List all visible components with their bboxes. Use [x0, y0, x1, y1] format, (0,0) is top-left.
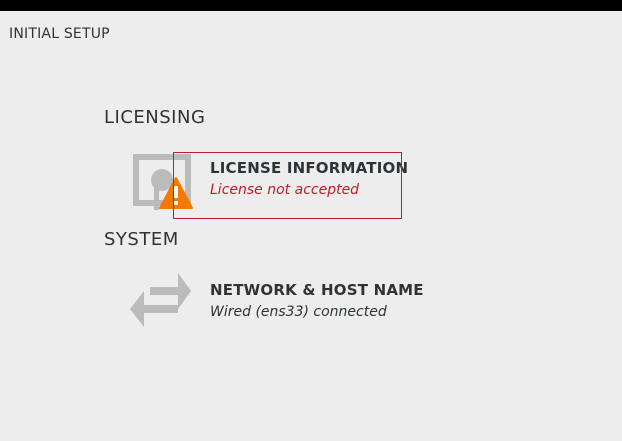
top-bar: [0, 0, 622, 11]
license-error-frame: [173, 152, 402, 219]
section-heading-licensing: LICENSING: [104, 107, 206, 128]
section-heading-system: SYSTEM: [104, 229, 179, 250]
network-host-name-status: Wired (ens33) connected: [210, 304, 387, 320]
network-host-name-title: NETWORK & HOST NAME: [210, 281, 424, 299]
network-host-name-spoke[interactable]: NETWORK & HOST NAME Wired (ens33) connec…: [128, 270, 424, 332]
network-transmit-receive-icon: [130, 273, 191, 327]
page-title: INITIAL SETUP: [9, 26, 110, 42]
